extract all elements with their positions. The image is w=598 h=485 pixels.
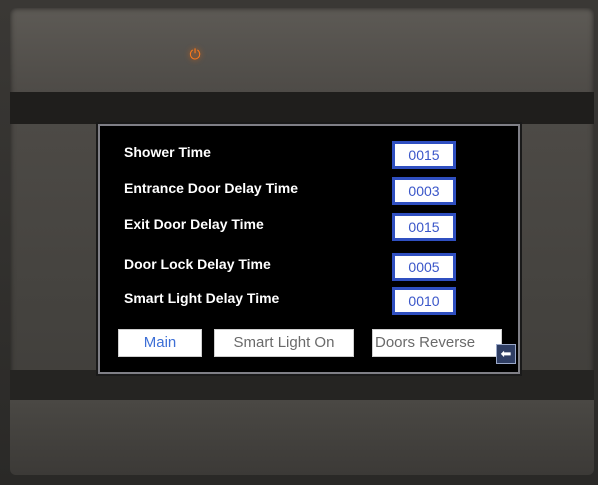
setting-row-shower-time: Shower Time 0015 — [100, 138, 518, 172]
power-icon: ⏻ — [189, 46, 201, 62]
entrance-door-delay-field[interactable]: 0003 — [392, 177, 456, 205]
bezel-band-bottom — [10, 370, 594, 400]
setting-row-door-lock-delay: Door Lock Delay Time 0005 — [100, 250, 518, 284]
device-photo: ⏻ Shower Time 0015 Entrance Door Delay T… — [0, 0, 598, 485]
exit-door-delay-field[interactable]: 0015 — [392, 213, 456, 241]
setting-label: Shower Time — [124, 144, 211, 160]
setting-label: Entrance Door Delay Time — [124, 180, 299, 196]
main-button[interactable]: Main — [118, 329, 202, 357]
shower-time-field[interactable]: 0015 — [392, 141, 456, 169]
setting-label: Exit Door Delay Time — [124, 216, 264, 232]
setting-row-exit-door-delay: Exit Door Delay Time 0015 — [100, 210, 518, 244]
bezel-band-top — [10, 92, 594, 124]
smart-light-on-button[interactable]: Smart Light On — [214, 329, 354, 357]
setting-row-entrance-door-delay: Entrance Door Delay Time 0003 — [100, 174, 518, 208]
door-lock-delay-field[interactable]: 0005 — [392, 253, 456, 281]
smart-light-delay-field[interactable]: 0010 — [392, 287, 456, 315]
setting-label: Smart Light Delay Time — [124, 290, 280, 306]
setting-row-smart-light-delay: Smart Light Delay Time 0010 — [100, 284, 518, 318]
setting-label: Door Lock Delay Time — [124, 256, 271, 272]
hmi-screen: Shower Time 0015 Entrance Door Delay Tim… — [98, 124, 520, 374]
back-arrow-icon[interactable]: ⬅ — [496, 344, 516, 364]
doors-reverse-button[interactable]: Doors Reverse — [372, 329, 502, 357]
bezel-lower — [10, 400, 594, 475]
